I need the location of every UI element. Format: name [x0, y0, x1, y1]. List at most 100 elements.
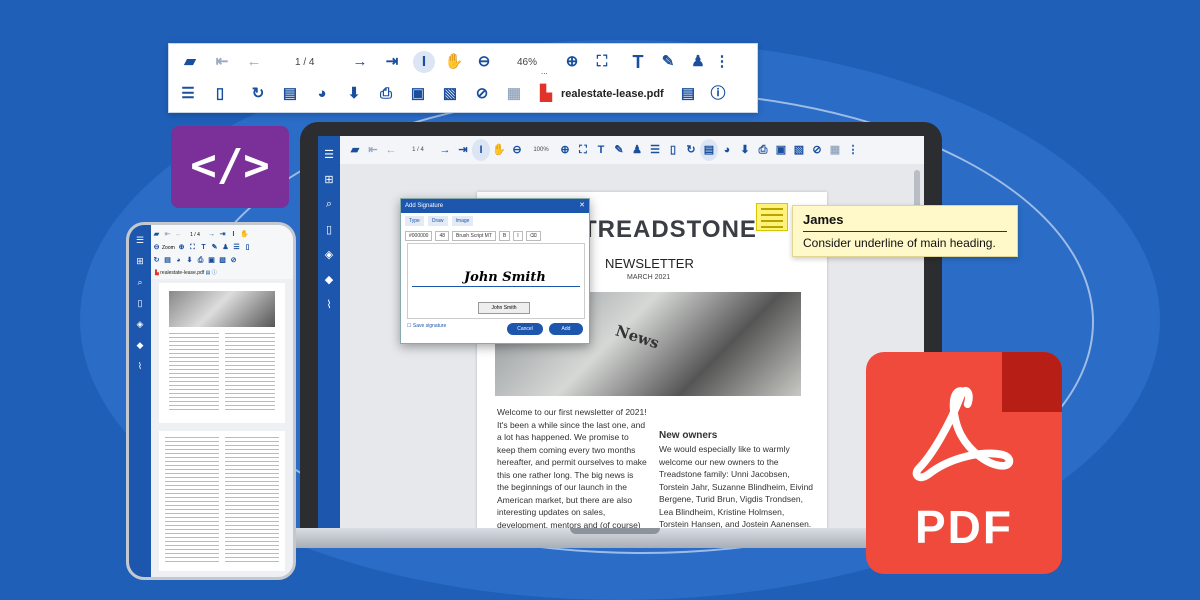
draw-icon[interactable]: ✎	[657, 51, 679, 73]
folder-open-icon[interactable]: ▰	[179, 51, 201, 73]
info-icon[interactable]: ⓘ	[707, 83, 729, 105]
font-select[interactable]: Brush Script MT	[452, 231, 496, 241]
save-signature-checkbox[interactable]: ☐ Save signature	[407, 323, 446, 329]
text-icon[interactable]: T	[592, 139, 610, 161]
rotate-icon[interactable]: ↻	[682, 139, 700, 161]
certificate-icon[interactable]: ▤	[279, 83, 301, 105]
zoom-out-icon[interactable]: ⊖	[151, 242, 162, 253]
zoom-value[interactable]: Zoom	[162, 245, 176, 251]
signature-name-field[interactable]: John Smith	[478, 302, 530, 314]
rotate-icon[interactable]: ↻	[151, 255, 162, 266]
thumbnails-icon[interactable]: ☰	[177, 83, 199, 105]
print-icon[interactable]: ⎙	[754, 139, 772, 161]
bold-button[interactable]: B	[498, 231, 511, 241]
page-indicator[interactable]: 1 / 4	[295, 57, 335, 68]
attachment-icon[interactable]: ⌇	[318, 298, 340, 311]
menu-icon[interactable]: ☰	[318, 148, 340, 161]
pan-icon[interactable]: ✋	[443, 51, 465, 73]
page-indicator[interactable]: 1 / 4	[400, 147, 436, 153]
sticky-note-icon[interactable]	[756, 203, 788, 231]
prev-page-icon[interactable]: ←	[382, 139, 400, 161]
next-page-icon[interactable]: →	[206, 229, 217, 240]
certificate-icon[interactable]: ▤	[162, 255, 173, 266]
layers-icon[interactable]: ◈	[318, 248, 340, 261]
tab-type[interactable]: Type	[405, 216, 424, 226]
prev-page-icon[interactable]: ←	[243, 51, 265, 73]
next-page-icon[interactable]: →	[436, 139, 454, 161]
image-icon[interactable]: ▧	[439, 83, 461, 105]
layout-icon[interactable]: ▦	[503, 83, 525, 105]
document-icon[interactable]: ▯	[209, 83, 231, 105]
document-properties-icon[interactable]: ▤	[677, 83, 699, 105]
certificate-icon[interactable]: ▤	[700, 139, 718, 161]
fit-page-icon[interactable]: ⛶	[574, 139, 592, 161]
delete-icon[interactable]: ⌫	[525, 231, 541, 241]
close-icon[interactable]: ✕	[579, 199, 585, 213]
thumbnails-icon[interactable]: ☰	[646, 139, 664, 161]
stamp-icon[interactable]: ♟	[220, 242, 231, 253]
thumbnails-icon[interactable]: ⊞	[129, 256, 151, 267]
first-page-icon[interactable]: ⇤	[364, 139, 382, 161]
hide-annotations-icon[interactable]: ⊘	[228, 255, 239, 266]
document-icon[interactable]: ▯	[664, 139, 682, 161]
tag-icon[interactable]: ◆	[129, 340, 151, 351]
text-select-icon[interactable]: I	[413, 51, 435, 73]
tag-icon[interactable]: ◆	[318, 273, 340, 286]
menu-icon[interactable]: ☰	[129, 235, 151, 246]
save-icon[interactable]: ▣	[407, 83, 429, 105]
thumbnails-icon[interactable]: ⊞	[318, 173, 340, 186]
page-indicator[interactable]: 1 / 4	[184, 232, 206, 238]
tab-image[interactable]: Image	[451, 216, 474, 226]
color-select[interactable]: #000000	[405, 231, 433, 241]
folder-open-icon[interactable]: ▰	[346, 139, 364, 161]
fit-page-icon[interactable]: ⛶	[591, 51, 613, 73]
search-icon[interactable]: ⌕	[129, 277, 151, 288]
hide-annotations-icon[interactable]: ⊘	[808, 139, 826, 161]
add-button[interactable]: Add	[549, 323, 583, 335]
rotate-icon[interactable]: ↻	[247, 83, 269, 105]
zoom-in-icon[interactable]: ⊕	[556, 139, 574, 161]
palette-icon[interactable]: ◕	[173, 255, 184, 266]
last-page-icon[interactable]: ⇥	[381, 51, 403, 73]
attachment-icon[interactable]: ⌇	[129, 361, 151, 372]
first-page-icon[interactable]: ⇤	[211, 51, 233, 73]
tab-draw[interactable]: Draw	[427, 216, 448, 226]
save-icon[interactable]: ▣	[772, 139, 790, 161]
more-icon[interactable]: ⋮	[711, 51, 733, 73]
cancel-button[interactable]: Cancel	[507, 323, 543, 335]
pan-icon[interactable]: ✋	[239, 229, 250, 240]
text-icon[interactable]: T	[198, 242, 209, 253]
image-icon[interactable]: ▧	[790, 139, 808, 161]
palette-icon[interactable]: ◕	[311, 83, 333, 105]
download-icon[interactable]: ⬇	[184, 255, 195, 266]
zoom-out-icon[interactable]: ⊖	[508, 139, 526, 161]
document-icon[interactable]: ▯	[242, 242, 253, 253]
print-icon[interactable]: ⎙	[375, 83, 397, 105]
draw-icon[interactable]: ✎	[610, 139, 628, 161]
text-select-icon[interactable]: I	[228, 229, 239, 240]
pan-icon[interactable]: ✋	[490, 139, 508, 161]
palette-icon[interactable]: ◕	[718, 139, 736, 161]
search-icon[interactable]: ⌕	[318, 198, 340, 211]
first-page-icon[interactable]: ⇤	[162, 229, 173, 240]
last-page-icon[interactable]: ⇥	[454, 139, 472, 161]
fit-page-icon[interactable]: ⛶	[187, 242, 198, 253]
text-select-icon[interactable]: I	[472, 139, 490, 161]
info-icon[interactable]: ⓘ	[212, 270, 217, 276]
layout-icon[interactable]: ▦	[826, 139, 844, 161]
draw-icon[interactable]: ✎	[209, 242, 220, 253]
layers-icon[interactable]: ◈	[129, 319, 151, 330]
print-icon[interactable]: ⎙	[195, 255, 206, 266]
bookmark-icon[interactable]: ▯	[318, 223, 340, 236]
more-icon[interactable]: ⋮	[844, 139, 862, 161]
zoom-in-icon[interactable]: ⊕	[561, 51, 583, 73]
italic-button[interactable]: I	[513, 231, 523, 241]
image-icon[interactable]: ▧	[217, 255, 228, 266]
zoom-out-icon[interactable]: ⊖	[473, 51, 495, 73]
zoom-value[interactable]: 100%	[526, 147, 556, 153]
zoom-value[interactable]: 46%	[517, 57, 551, 68]
stamp-icon[interactable]: ♟	[628, 139, 646, 161]
document-properties-icon[interactable]: ▤	[206, 270, 211, 276]
bookmark-icon[interactable]: ▯	[129, 298, 151, 309]
download-icon[interactable]: ⬇	[343, 83, 365, 105]
